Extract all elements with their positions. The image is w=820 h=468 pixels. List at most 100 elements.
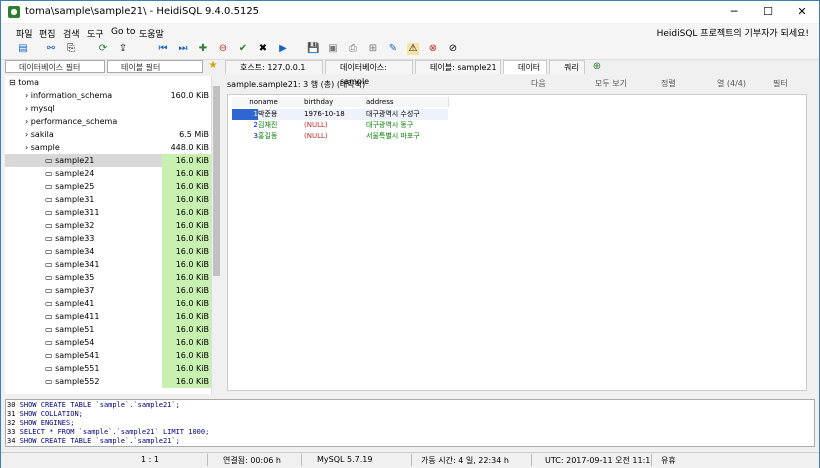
tree-node-sample34[interactable]: ▭ sample34 16.0 KiB	[5, 245, 211, 258]
tree-node-sample541[interactable]: ▭ sample541 16.0 KiB	[5, 349, 211, 362]
new-query-tab-icon[interactable]: ⊕	[591, 61, 603, 73]
save-icon[interactable]: 💾	[307, 43, 319, 55]
column-header-no[interactable]: no	[232, 97, 259, 107]
tree-scroll-thumb[interactable]	[213, 86, 220, 276]
cell-name[interactable]: 김재진	[258, 120, 304, 131]
cancel-icon[interactable]: ✖	[257, 43, 269, 55]
favorites-star-icon[interactable]: ★	[207, 60, 219, 72]
cell-name[interactable]: 홍길동	[258, 131, 304, 142]
column-header-name[interactable]: name	[258, 97, 305, 107]
tree-node-label: › performance_schema	[25, 117, 118, 126]
maximize-button[interactable]: ☐	[751, 1, 785, 23]
show-all-button[interactable]: 모두 보기	[595, 78, 627, 89]
tree-node-size: 16.0 KiB	[175, 182, 209, 191]
tree-node-sample54[interactable]: ▭ sample54 16.0 KiB	[5, 336, 211, 349]
tree-node-toma[interactable]: ⊟ toma	[5, 76, 211, 89]
database-tree: ⊟ toma › information_schema 160.0 KiB › mys…	[5, 76, 211, 394]
close-button[interactable]: ✕	[785, 1, 819, 23]
tree-node-sample[interactable]: › sample 448.0 KiB	[5, 141, 211, 154]
cell-name[interactable]: 박준용	[258, 109, 304, 120]
first-record-icon[interactable]: ⏮	[157, 43, 169, 55]
tree-node-sakila[interactable]: › sakila 6.5 MiB	[5, 128, 211, 141]
log-icon[interactable]: ✎	[387, 43, 399, 55]
tree-node-sample24[interactable]: ▭ sample24 16.0 KiB	[5, 167, 211, 180]
cell-birthday[interactable]: 1976-10-18	[304, 109, 366, 120]
tree-node-sample41[interactable]: ▭ sample41 16.0 KiB	[5, 297, 211, 310]
export-icon[interactable]: ⇪	[117, 43, 129, 55]
delete-row-icon[interactable]: ⊖	[217, 43, 229, 55]
table-filter-input[interactable]: 테이블 필터	[107, 60, 203, 73]
donate-link[interactable]: HeidiSQL 프로젝트의 기부자가 되세요!	[657, 26, 809, 39]
menu-search[interactable]: 검색	[63, 27, 80, 40]
run-query-icon[interactable]: ▶	[277, 43, 289, 55]
cell-no[interactable]: 3	[232, 131, 258, 142]
menu-edit[interactable]: 편집	[39, 27, 56, 40]
tree-node-sample37[interactable]: ▭ sample37 16.0 KiB	[5, 284, 211, 297]
tree-scrollbar[interactable]	[211, 76, 221, 394]
menu-help[interactable]: 도움말	[139, 27, 164, 40]
tab-table[interactable]: 테이블: sample21	[415, 60, 501, 74]
post-icon[interactable]: ✔	[237, 43, 249, 55]
connect-icon[interactable]: ⚯	[45, 43, 57, 55]
tree-node-sample32[interactable]: ▭ sample32 16.0 KiB	[5, 219, 211, 232]
tree-node-sample411[interactable]: ▭ sample411 16.0 KiB	[5, 310, 211, 323]
tab-data[interactable]: 데이터	[503, 60, 547, 74]
tree-node-sample551[interactable]: ▭ sample551 16.0 KiB	[5, 362, 211, 375]
tree-node-sample311[interactable]: ▭ sample311 16.0 KiB	[5, 206, 211, 219]
warning-icon[interactable]: ⚠	[407, 43, 419, 55]
session-manager-icon[interactable]: ▤	[17, 43, 29, 55]
minimize-button[interactable]: ─	[717, 1, 751, 23]
column-header-birthday[interactable]: birthday	[304, 97, 367, 107]
heidisql-app-icon: ●	[8, 6, 20, 18]
cell-no[interactable]: 2	[232, 120, 258, 131]
exit-icon[interactable]: ⊘	[447, 43, 459, 55]
data-grid[interactable]: no name birthday address 1 박준용 1976-10-18 대구광역…	[227, 94, 807, 391]
tree-node-sample25[interactable]: ▭ sample25 16.0 KiB	[5, 180, 211, 193]
tree-node-size: 16.0 KiB	[175, 221, 209, 230]
query-log[interactable]: 30 SHOW CREATE TABLE `sample`.`sample21`…	[5, 399, 815, 447]
menu-goto[interactable]: Go to	[111, 27, 135, 37]
tab-query[interactable]: 쿼리	[549, 60, 585, 74]
print-icon[interactable]: ⎙	[347, 43, 359, 55]
database-filter-input[interactable]: 데이터베이스 필터	[5, 60, 105, 73]
tree-node-sample341[interactable]: ▭ sample341 16.0 KiB	[5, 258, 211, 271]
copy-icon[interactable]: ⎘	[65, 43, 77, 55]
cell-no[interactable]: 1	[232, 109, 258, 120]
tree-node-label: ▭ sample21	[45, 156, 95, 165]
tree-node-label: › sakila	[25, 130, 54, 139]
tree-node-mysql[interactable]: › mysql	[5, 102, 211, 115]
cell-address[interactable]: 대구광역시 수성구	[366, 109, 448, 120]
data-info: sample.sample21: 3 행 (총) (대략적)	[227, 80, 366, 89]
tab-host[interactable]: 호스트: 127.0.0.1	[225, 60, 323, 74]
tree-node-sample21[interactable]: ▭ sample21 16.0 KiB	[5, 154, 211, 167]
menu-file[interactable]: 파일	[16, 27, 33, 40]
tree-node-label: › sample	[25, 143, 60, 152]
tree-node-sample35[interactable]: ▭ sample35 16.0 KiB	[5, 271, 211, 284]
tree-node-sample31[interactable]: ▭ sample31 16.0 KiB	[5, 193, 211, 206]
next-button[interactable]: 다음	[531, 78, 546, 89]
cell-birthday[interactable]: (NULL)	[304, 131, 366, 142]
sort-button[interactable]: 정렬	[661, 78, 676, 89]
cell-birthday[interactable]: (NULL)	[304, 120, 366, 131]
cell-address[interactable]: 서울특별시 마포구	[366, 131, 448, 142]
tree-node-sample51[interactable]: ▭ sample51 16.0 KiB	[5, 323, 211, 336]
tree-node-information-schema[interactable]: › information_schema 160.0 KiB	[5, 89, 211, 102]
column-header-address[interactable]: address	[366, 97, 449, 107]
insert-row-icon[interactable]: ✚	[197, 43, 209, 55]
filter-button[interactable]: 필터	[773, 78, 788, 89]
sql-help-icon[interactable]: ⊞	[367, 43, 379, 55]
main-toolbar: ▤ ⚯ ⎘ ⟳ ⇪ ⏮ ⏭ ✚ ⊖ ✔ ✖ ▶ 💾 ▣ ⎙ ⊞ ✎ ⚠ ⊗ ⊘	[1, 41, 819, 60]
tree-node-sample33[interactable]: ▭ sample33 16.0 KiB	[5, 232, 211, 245]
open-file-icon[interactable]: ▣	[327, 43, 339, 55]
filter-icon[interactable]: ⊗	[427, 43, 439, 55]
tree-node-label: ▭ sample37	[45, 286, 95, 295]
tree-node-sample552[interactable]: ▭ sample552 16.0 KiB	[5, 375, 211, 388]
cell-address[interactable]: 대구광역시 동구	[366, 120, 448, 131]
title-bar: ● toma\sample\sample21\ - HeidiSQL 9.4.0…	[1, 1, 819, 23]
last-record-icon[interactable]: ⏭	[177, 43, 189, 55]
menu-tools[interactable]: 도구	[87, 27, 104, 40]
tree-node-performance-schema[interactable]: › performance_schema	[5, 115, 211, 128]
refresh-icon[interactable]: ⟳	[97, 43, 109, 55]
tab-database[interactable]: 데이터베이스: sample	[325, 60, 413, 86]
columns-button[interactable]: 열 (4/4)	[717, 78, 746, 89]
